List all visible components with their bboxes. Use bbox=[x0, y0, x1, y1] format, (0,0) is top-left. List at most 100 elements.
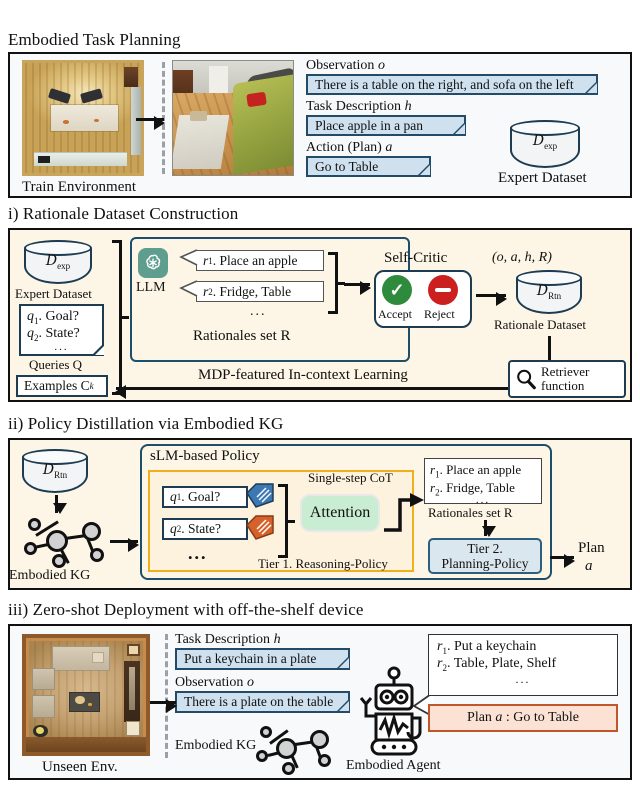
plan-var-iii: a bbox=[495, 710, 503, 725]
observation-label-top: Observation o bbox=[306, 58, 385, 74]
unseen-environment-image bbox=[22, 634, 150, 756]
rationale-box-1: r1. Place an apple bbox=[196, 250, 324, 271]
query-box-state: q2. State? bbox=[162, 518, 248, 540]
expert-dataset-caption: Expert Dataset bbox=[498, 170, 587, 186]
note-fold-icon bbox=[91, 343, 104, 356]
cot-label: Single-step CoT bbox=[308, 470, 393, 485]
rationales-output-box-ii: r1. Place an apple r2. Fridge, Table ... bbox=[424, 458, 542, 506]
arrow-train-to-view bbox=[136, 115, 165, 130]
queries-note: q1. Goal? q2. State? ... bbox=[19, 304, 104, 356]
section-title-ii: ii) Policy Distillation via Embodied KG bbox=[8, 414, 284, 433]
arrow-env-to-observation bbox=[150, 698, 177, 713]
arrow-rationales-to-selfcritic bbox=[344, 280, 371, 295]
plan-output-box: Plan a : Go to Table bbox=[428, 704, 618, 732]
observation-label-text: Observation bbox=[306, 58, 375, 73]
search-icon bbox=[517, 369, 536, 390]
task-bubble-top: Place apple in a pan bbox=[306, 115, 466, 136]
embodied-kg-caption-ii: Embodied KG bbox=[9, 568, 91, 583]
rationales-set-caption-ii: Rationales set R bbox=[428, 505, 513, 520]
query-box-goal: q1. Goal? bbox=[162, 486, 248, 508]
tier2-planning-policy-box: Tier 2. Planning-Policy bbox=[428, 538, 542, 574]
tuple-label: (o, a, h, R) bbox=[492, 250, 552, 265]
observation-var: o bbox=[377, 58, 385, 73]
rationale-dataset-caption: Rationale Dataset bbox=[494, 317, 587, 332]
rationale-dataset-symbol: DRtn bbox=[536, 283, 562, 301]
unseen-environment-caption: Unseen Env. bbox=[42, 759, 118, 775]
rationale-dataset-symbol-ii: DRtn bbox=[42, 462, 68, 480]
embodied-kg-graph-iii bbox=[250, 722, 340, 775]
rationales-ellipsis-iii: ... bbox=[515, 671, 531, 686]
task-var: h bbox=[404, 99, 412, 114]
rationales-ellipsis-i: ... bbox=[250, 304, 267, 319]
rationale-item: r1. Put a keychain bbox=[437, 639, 537, 656]
examples-box: Examples Ck bbox=[16, 375, 108, 397]
rationales-bracket bbox=[328, 252, 345, 314]
openai-flower-icon bbox=[138, 248, 168, 278]
living-room-observation-image bbox=[172, 60, 294, 176]
arrow-tier2-to-plan bbox=[550, 553, 575, 568]
divider-dashed-iii bbox=[165, 634, 168, 758]
train-environment-caption: Train Environment bbox=[22, 179, 137, 195]
self-critic-title: Self-Critic bbox=[384, 250, 448, 266]
arrow-rtn-to-kg bbox=[52, 495, 67, 514]
figure-root: Embodied Task Planning Train Environment… bbox=[0, 0, 640, 786]
queries-ellipsis-ii: ... bbox=[188, 543, 208, 563]
expert-dataset-cylinder: Dexp bbox=[510, 120, 580, 168]
observation-label-iii: Observation o bbox=[175, 675, 254, 691]
bubble-fold-icon bbox=[451, 121, 466, 136]
plan-label-ii: Plan bbox=[578, 540, 605, 556]
embodied-kg-graph-ii bbox=[14, 512, 114, 568]
attention-box: Attention bbox=[300, 494, 380, 532]
section-title-iii: iii) Zero-shot Deployment with off-the-s… bbox=[8, 600, 364, 619]
left-group-bracket bbox=[112, 240, 129, 395]
plan-prefix: Plan bbox=[467, 710, 492, 725]
task-label-text-iii: Task Description bbox=[175, 632, 271, 647]
rationales-set-caption-i: Rationales set R bbox=[193, 328, 291, 344]
rationales-output-box-iii: r1. Put a keychain r2. Table, Plate, She… bbox=[428, 634, 618, 696]
tier1-label: Tier 1. Reasoning-Policy bbox=[258, 556, 388, 571]
arrow-icl-feedback bbox=[115, 384, 508, 399]
expert-dataset-caption-i: Expert Dataset bbox=[15, 286, 92, 301]
reject-minus-icon bbox=[428, 275, 458, 305]
task-var-iii: h bbox=[273, 632, 281, 647]
llm-label: LLM bbox=[136, 280, 166, 295]
rationale-box-2: r2. Fridge, Table bbox=[196, 281, 324, 302]
arrow-rationales-to-tier2 bbox=[481, 520, 496, 537]
tag-orange-icon bbox=[246, 515, 274, 540]
queries-caption: Queries Q bbox=[29, 357, 83, 372]
retriever-label: Retriever function bbox=[541, 364, 590, 393]
action-label-text: Action (Plan) bbox=[306, 140, 382, 155]
reject-label: Reject bbox=[424, 307, 455, 321]
observation-text-iii: There is a plate on the table bbox=[184, 694, 334, 709]
observation-var-iii: o bbox=[246, 675, 254, 690]
bubble-fold-icon bbox=[583, 80, 598, 95]
task-bubble-iii: Put a keychain in a plate bbox=[175, 648, 350, 670]
task-label-text: Task Description bbox=[306, 99, 402, 114]
rationale-dataset-cylinder-ii: DRtn bbox=[22, 449, 88, 493]
queries-bracket-ii bbox=[278, 484, 295, 558]
action-var: a bbox=[385, 140, 393, 155]
expert-dataset-symbol-i: Dexp bbox=[45, 253, 71, 271]
observation-label-text-iii: Observation bbox=[175, 675, 244, 690]
rationale-tail-1-icon bbox=[179, 249, 198, 266]
rationale-item: r1. Place an apple bbox=[430, 462, 522, 480]
action-bubble-top: Go to Table bbox=[306, 156, 431, 177]
icl-label: MDP-featured In-context Learning bbox=[198, 367, 408, 383]
bubble-fold-icon bbox=[335, 655, 350, 670]
bubble-fold-icon bbox=[335, 698, 350, 713]
action-label-top: Action (Plan) a bbox=[306, 140, 392, 156]
rationale-item: r2. Table, Plate, Shelf bbox=[437, 655, 557, 673]
tag-blue-icon bbox=[246, 483, 274, 508]
action-text: Go to Table bbox=[315, 158, 379, 174]
observation-bubble-iii: There is a plate on the table bbox=[175, 691, 350, 713]
accept-check-icon: ✓ bbox=[382, 275, 412, 305]
plan-text: : Go to Table bbox=[505, 710, 579, 725]
embodied-agent-caption: Embodied Agent bbox=[346, 758, 441, 773]
task-text: Place apple in a pan bbox=[315, 117, 423, 133]
rationale-tail-2-icon bbox=[179, 280, 198, 297]
arrow-attention-to-rationales bbox=[384, 493, 424, 532]
retriever-function-box: Retriever function bbox=[508, 360, 626, 398]
expert-dataset-symbol: Dexp bbox=[532, 133, 558, 151]
task-text-iii: Put a keychain in a plate bbox=[184, 651, 317, 666]
task-label-top: Task Description h bbox=[306, 99, 412, 115]
